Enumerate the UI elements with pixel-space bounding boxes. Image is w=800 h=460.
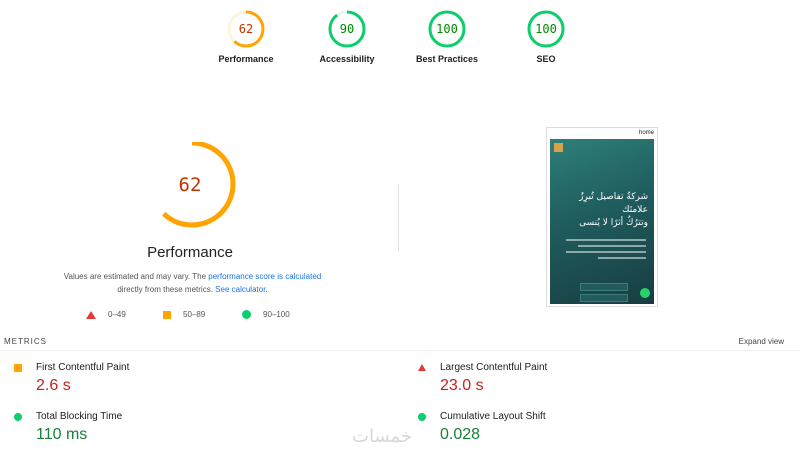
metric-value: 0.028: [440, 426, 481, 443]
divider: [398, 185, 399, 251]
metric-label: Cumulative Layout Shift: [440, 411, 546, 422]
gauge-ring: 62: [227, 10, 265, 48]
screenshot-paragraph: [566, 239, 646, 263]
site-logo-icon: [554, 143, 563, 152]
gauge-label: Accessibility: [319, 54, 375, 64]
score-calculated-link[interactable]: performance score is calculated: [208, 272, 321, 281]
performance-gauge-ring: 62: [148, 140, 236, 228]
metric-tbt: Total Blocking Time 110 ms: [14, 411, 314, 444]
circle-icon: [418, 412, 426, 421]
final-screenshot[interactable]: home شركةُ تفاصيل تُبرِزُ علامتَك وتترُك…: [546, 127, 658, 307]
watermark: خمسات: [352, 426, 413, 446]
legend-fail-label: 0–49: [108, 310, 126, 319]
triangle-icon: [86, 310, 96, 319]
gauge-best-practices[interactable]: 100 Best Practices: [397, 8, 497, 64]
legend-pass-label: 90–100: [263, 310, 290, 319]
gauge-ring: 90: [328, 10, 366, 48]
metric-value: 110 ms: [36, 426, 88, 443]
metrics-heading: METRICS: [4, 337, 47, 346]
circle-icon: [242, 310, 251, 319]
whatsapp-icon: [640, 288, 650, 298]
screenshot-button: [580, 283, 628, 291]
performance-gauge: 62: [140, 140, 244, 232]
metric-lcp: Largest Contentful Paint 23.0 s: [418, 362, 718, 395]
legend-fail: 0–49: [86, 310, 126, 319]
legend-pass: 90–100: [242, 310, 290, 319]
performance-title: Performance: [147, 244, 233, 261]
legend-average-label: 50–89: [183, 310, 206, 319]
gauge-score: 90: [340, 22, 354, 36]
gauge-score: 62: [239, 22, 253, 36]
screenshot-button: [580, 294, 628, 302]
gauge-seo[interactable]: 100 SEO: [496, 8, 596, 64]
gauge-performance[interactable]: 62 Performance: [196, 8, 296, 64]
square-icon: [163, 310, 171, 319]
metric-fcp: First Contentful Paint 2.6 s: [14, 362, 314, 395]
metric-label: First Contentful Paint: [36, 362, 130, 373]
gauge-score: 100: [436, 22, 458, 36]
gauge-ring: 100: [428, 10, 466, 48]
gauge-label: SEO: [536, 54, 556, 64]
metric-label: Total Blocking Time: [36, 411, 123, 422]
gauge-label: Performance: [218, 54, 274, 64]
screenshot-heading: شركةُ تفاصيل تُبرِزُ علامتَك وتترُكُ أثر…: [552, 191, 648, 230]
screenshot-nav-text: home: [638, 130, 654, 136]
gauge-accessibility[interactable]: 90 Accessibility: [297, 8, 397, 64]
circle-icon: [14, 412, 22, 421]
expand-view-button[interactable]: Expand view: [739, 337, 784, 346]
gauge-label: Best Practices: [415, 54, 479, 64]
metric-cls: Cumulative Layout Shift 0.028: [418, 411, 718, 444]
heading-line: علامتَك: [622, 205, 648, 215]
note-text: directly from these metrics.: [117, 285, 216, 294]
screenshot-image: شركةُ تفاصيل تُبرِزُ علامتَك وتترُكُ أثر…: [550, 139, 654, 304]
divider: [0, 350, 800, 351]
category-gauges: 62 Performance 90 Accessibility 100 Best…: [0, 8, 800, 78]
metric-value: 2.6 s: [36, 377, 71, 394]
performance-note: Values are estimated and may vary. The p…: [20, 270, 365, 296]
gauge-ring: 100: [527, 10, 565, 48]
heading-line: شركةُ تفاصيل تُبرِزُ: [579, 192, 648, 202]
see-calculator-link[interactable]: See calculator: [215, 285, 265, 294]
metric-value: 23.0 s: [440, 377, 484, 394]
heading-line: وتترُكُ أثرًا لا يُنسى: [579, 218, 648, 228]
square-icon: [14, 363, 22, 372]
note-text: Values are estimated and may vary. The: [63, 272, 209, 281]
metric-label: Largest Contentful Paint: [440, 362, 548, 373]
legend-average: 50–89: [163, 310, 205, 319]
note-text: .: [265, 285, 268, 294]
triangle-icon: [418, 364, 426, 371]
score-legend: 0–49 50–89 90–100: [86, 310, 326, 324]
gauge-score: 100: [535, 22, 557, 36]
performance-score: 62: [179, 174, 202, 196]
